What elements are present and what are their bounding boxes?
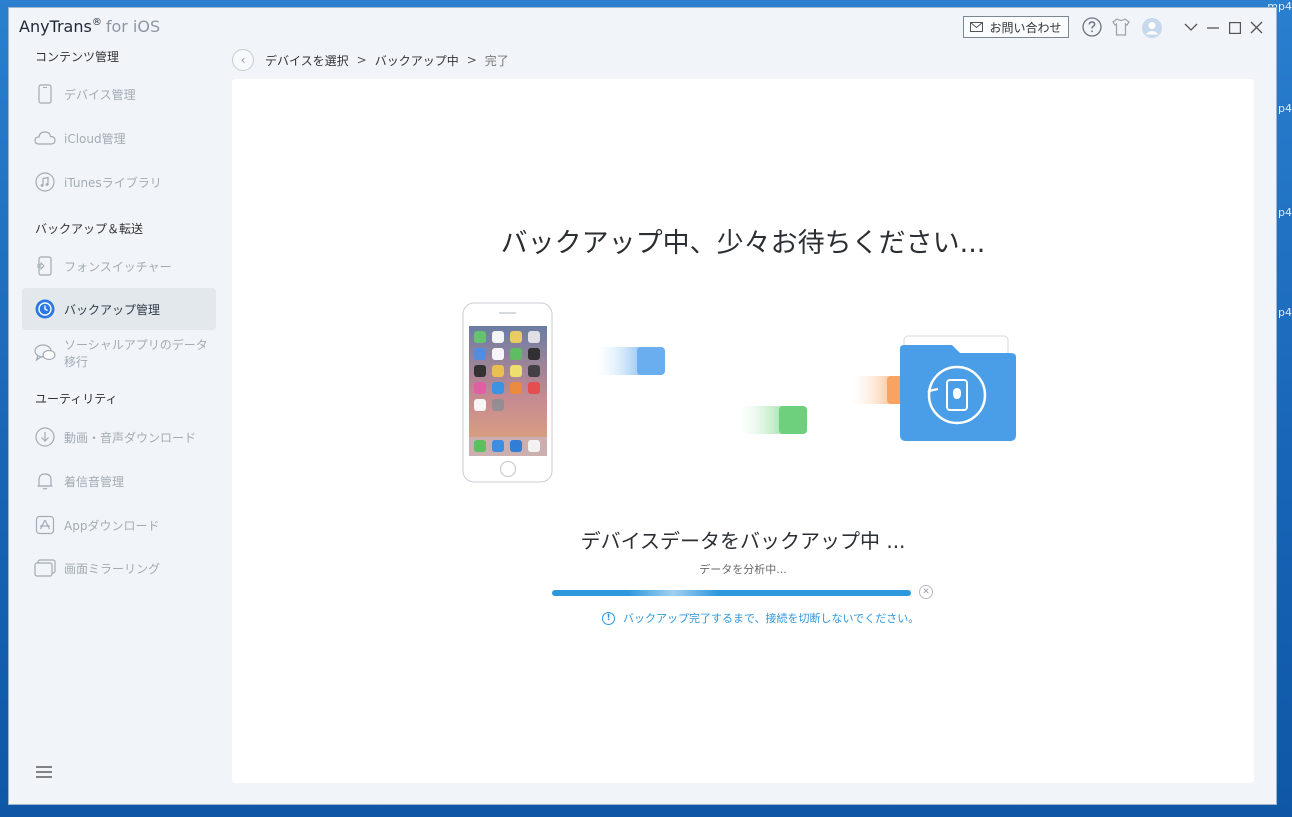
backup-sub-status: データを分析中... bbox=[699, 563, 787, 576]
sidebar-item-social-app-transfer[interactable]: ソーシャルアプリのデータ移行 bbox=[22, 332, 216, 374]
sidebar-item-label: デバイス管理 bbox=[64, 87, 136, 102]
sidebar-item-label: ソーシャルアプリのデータ移行 bbox=[64, 338, 208, 369]
sidebar-section-title: コンテンツ管理 bbox=[35, 50, 120, 64]
chevron-down-icon[interactable] bbox=[1184, 22, 1198, 32]
chevron-left-icon: ‹ bbox=[240, 53, 246, 67]
bell-icon bbox=[34, 470, 56, 492]
breadcrumb-separator: > bbox=[356, 53, 367, 67]
backup-folder-icon bbox=[900, 335, 1016, 441]
sidebar-item-label: 動画・音声ダウンロード bbox=[64, 430, 197, 445]
sidebar-item-ringtone-manager[interactable]: 着信音管理 bbox=[22, 460, 216, 502]
sidebar-item-icloud[interactable]: iCloud管理 bbox=[22, 117, 216, 159]
sidebar: コンテンツ管理 デバイス管理 iCloud管理 iTunesライブラリ バックア… bbox=[9, 48, 231, 804]
music-icon bbox=[34, 171, 56, 193]
iphone-illustration bbox=[462, 302, 553, 483]
backup-status: デバイスデータをバックアップ中 ... bbox=[580, 529, 906, 553]
breadcrumb: ‹ デバイスを選択 > バックアップ中 > 完了 bbox=[232, 48, 509, 72]
sidebar-item-label: フォンスイッチャー bbox=[64, 259, 172, 274]
desktop-file-label[interactable]: p4 bbox=[1278, 206, 1292, 219]
chat-icon bbox=[34, 342, 56, 364]
title-bar: AnyTrans® for iOS お問い合わせ bbox=[9, 8, 1276, 48]
cancel-backup-button[interactable]: ✕ bbox=[919, 585, 933, 599]
menu-icon[interactable] bbox=[36, 766, 52, 778]
backup-clock-icon bbox=[34, 298, 56, 320]
app-window: AnyTrans®for iOS お問い合わせ コンテンツ管理 デバイス管理 bbox=[9, 8, 1276, 804]
sidebar-item-label: バックアップ管理 bbox=[64, 302, 161, 317]
app-title: AnyTrans® for iOS bbox=[19, 17, 160, 36]
sidebar-item-itunes[interactable]: iTunesライブラリ bbox=[22, 161, 216, 203]
progress-shine bbox=[628, 590, 718, 596]
close-icon: ✕ bbox=[922, 587, 930, 597]
info-icon: ! bbox=[602, 611, 615, 625]
app-name: AnyTrans bbox=[19, 17, 92, 36]
sidebar-item-label: Appダウンロード bbox=[64, 518, 160, 533]
screen-mirror-icon bbox=[34, 557, 56, 579]
mail-icon bbox=[970, 22, 984, 32]
breadcrumb-separator: > bbox=[466, 53, 477, 67]
help-icon[interactable] bbox=[1082, 17, 1102, 37]
sidebar-section-title: ユーティリティ bbox=[35, 392, 118, 406]
sidebar-item-backup-manager[interactable]: バックアップ管理 bbox=[22, 288, 216, 330]
breadcrumb-item: デバイスを選択 bbox=[265, 53, 349, 68]
sidebar-item-video-download[interactable]: 動画・音声ダウンロード bbox=[22, 416, 216, 458]
close-icon[interactable] bbox=[1250, 21, 1263, 34]
data-transfer-animation bbox=[597, 347, 907, 434]
breadcrumb-item: バックアップ中 bbox=[374, 53, 459, 68]
sidebar-item-app-download[interactable]: Appダウンロード bbox=[22, 504, 216, 546]
back-button[interactable]: ‹ bbox=[232, 49, 254, 71]
main-panel: バックアップ中、少々お待ちください... デバイスデータをバックアップ中 ...… bbox=[232, 79, 1254, 783]
sidebar-item-screen-mirroring[interactable]: 画面ミラーリング bbox=[22, 547, 216, 589]
progress-bar bbox=[552, 590, 911, 596]
sidebar-item-label: iTunesライブラリ bbox=[64, 175, 162, 190]
warning-message: ! バックアップ完了するまで、接続を切断しないでください。 bbox=[602, 610, 919, 626]
tshirt-icon[interactable] bbox=[1111, 17, 1131, 37]
phone-switch-icon bbox=[34, 255, 56, 277]
maximize-icon[interactable] bbox=[1229, 22, 1241, 34]
sidebar-item-label: 画面ミラーリング bbox=[64, 561, 161, 576]
download-icon bbox=[34, 426, 56, 448]
breadcrumb-item: 完了 bbox=[484, 53, 509, 68]
sidebar-item-phone-switcher[interactable]: フォンスイッチャー bbox=[22, 245, 216, 287]
page-title: バックアップ中、少々お待ちください... bbox=[500, 228, 986, 259]
cloud-icon bbox=[34, 127, 56, 149]
warning-text: バックアップ完了するまで、接続を切断しないでください。 bbox=[623, 612, 920, 625]
contact-button[interactable]: お問い合わせ bbox=[963, 16, 1069, 38]
avatar-icon[interactable] bbox=[1141, 17, 1163, 39]
sidebar-item-device-manager[interactable]: デバイス管理 bbox=[22, 73, 216, 115]
contact-button-label: お問い合わせ bbox=[989, 20, 1062, 35]
app-subtitle: for iOS bbox=[105, 17, 161, 36]
desktop-file-label[interactable]: p4 bbox=[1278, 306, 1292, 319]
phone-icon bbox=[34, 83, 56, 105]
sidebar-section-title: バックアップ＆転送 bbox=[35, 222, 144, 236]
app-store-icon bbox=[34, 514, 56, 536]
sidebar-item-label: 着信音管理 bbox=[64, 474, 125, 489]
minimize-icon[interactable] bbox=[1207, 27, 1219, 29]
sidebar-item-label: iCloud管理 bbox=[64, 131, 126, 146]
backup-illustration bbox=[462, 302, 1016, 483]
desktop-file-label[interactable]: p4 bbox=[1278, 102, 1292, 115]
registered-mark: ® bbox=[91, 17, 102, 28]
